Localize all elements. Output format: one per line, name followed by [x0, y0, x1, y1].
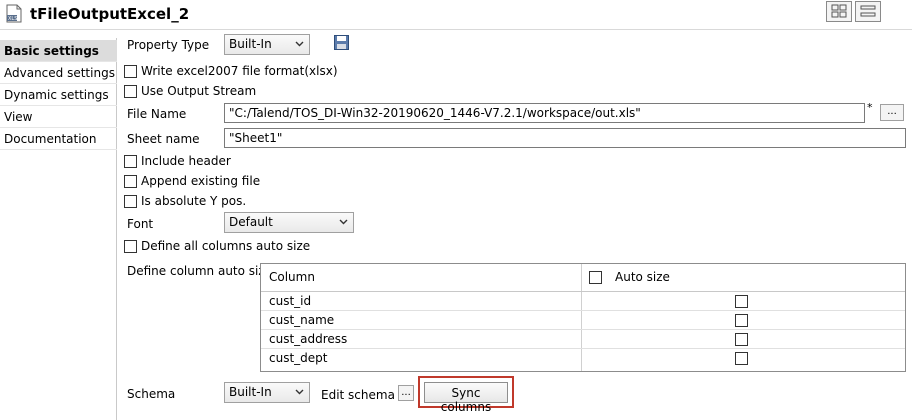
property-type-value: Built-In	[229, 37, 272, 51]
file-name-label: File Name	[127, 107, 187, 121]
edit-schema-label: Edit schema	[321, 388, 395, 402]
use-output-stream-label: Use Output Stream	[141, 84, 257, 98]
chevron-down-icon	[295, 389, 304, 395]
svg-text:XLS: XLS	[8, 16, 17, 22]
row-column-name: cust_id	[269, 294, 312, 308]
property-type-label: Property Type	[127, 38, 210, 52]
table-row: cust_id	[261, 292, 905, 311]
save-disk-icon[interactable]	[334, 35, 349, 50]
layout-list-button[interactable]	[855, 1, 881, 22]
sidebar-item-dynamic-settings[interactable]: Dynamic settings	[0, 84, 117, 106]
define-all-auto-size-label: Define all columns auto size	[141, 239, 311, 253]
auto-size-all-checkbox[interactable]	[589, 271, 602, 284]
row-auto-size-checkbox[interactable]	[735, 295, 748, 308]
include-header-checkbox[interactable]	[124, 155, 137, 168]
layout-grid-button[interactable]	[826, 1, 852, 22]
settings-sidebar: Basic settings Advanced settings Dynamic…	[0, 38, 117, 420]
auto-size-header: Auto size	[615, 270, 670, 284]
sync-columns-button[interactable]: Sync columns	[424, 382, 508, 414]
sidebar-item-documentation[interactable]: Documentation	[0, 128, 117, 150]
grid-layout-icon	[831, 4, 847, 18]
row-auto-size-checkbox[interactable]	[735, 333, 748, 346]
use-output-stream-checkbox[interactable]	[124, 85, 137, 98]
column-auto-size-label: Define column auto size	[127, 264, 273, 278]
write-excel2007-label: Write excel2007 file format(xlsx)	[141, 64, 338, 78]
sheet-name-input[interactable]: "Sheet1"	[224, 128, 906, 148]
sidebar-item-view[interactable]: View	[0, 106, 117, 128]
column-auto-size-table: Column Auto size cust_id cust_name cust_…	[260, 263, 906, 372]
sidebar-item-basic-settings[interactable]: Basic settings	[0, 40, 117, 62]
table-row: cust_name	[261, 311, 905, 330]
component-title: tFileOutputExcel_2	[30, 5, 190, 23]
font-value: Default	[229, 215, 273, 229]
table-row: cust_address	[261, 330, 905, 349]
schema-value: Built-In	[229, 385, 272, 399]
row-column-name: cust_dept	[269, 351, 328, 365]
absolute-y-checkbox[interactable]	[124, 195, 137, 208]
editor-header: XLS tFileOutputExcel_2	[0, 0, 912, 30]
absolute-y-label: Is absolute Y pos.	[141, 194, 247, 208]
browse-file-button[interactable]: ...	[880, 104, 904, 121]
required-marker: *	[867, 101, 873, 114]
row-auto-size-checkbox[interactable]	[735, 352, 748, 365]
sidebar-item-advanced-settings[interactable]: Advanced settings	[0, 62, 117, 84]
row-column-name: cust_address	[269, 332, 348, 346]
property-type-dropdown[interactable]: Built-In	[224, 34, 310, 55]
excel-file-icon: XLS	[6, 4, 22, 23]
list-layout-icon	[860, 5, 876, 17]
schema-dropdown[interactable]: Built-In	[224, 382, 310, 403]
file-name-input[interactable]: "C:/Talend/TOS_DI-Win32-20190620_1446-V7…	[224, 103, 865, 123]
define-all-auto-size-checkbox[interactable]	[124, 240, 137, 253]
write-excel2007-checkbox[interactable]	[124, 65, 137, 78]
table-header-row: Column Auto size	[261, 264, 905, 292]
row-auto-size-checkbox[interactable]	[735, 314, 748, 327]
schema-label: Schema	[127, 387, 176, 401]
column-header: Column	[269, 270, 315, 284]
append-existing-checkbox[interactable]	[124, 175, 137, 188]
row-column-name: cust_name	[269, 313, 335, 327]
font-label: Font	[127, 217, 154, 231]
chevron-down-icon	[339, 219, 348, 225]
font-dropdown[interactable]: Default	[224, 212, 354, 233]
include-header-label: Include header	[141, 154, 231, 168]
append-existing-label: Append existing file	[141, 174, 261, 188]
table-row: cust_dept	[261, 349, 905, 368]
edit-schema-button[interactable]: ...	[398, 385, 414, 401]
chevron-down-icon	[295, 41, 304, 47]
sheet-name-label: Sheet name	[127, 132, 200, 146]
